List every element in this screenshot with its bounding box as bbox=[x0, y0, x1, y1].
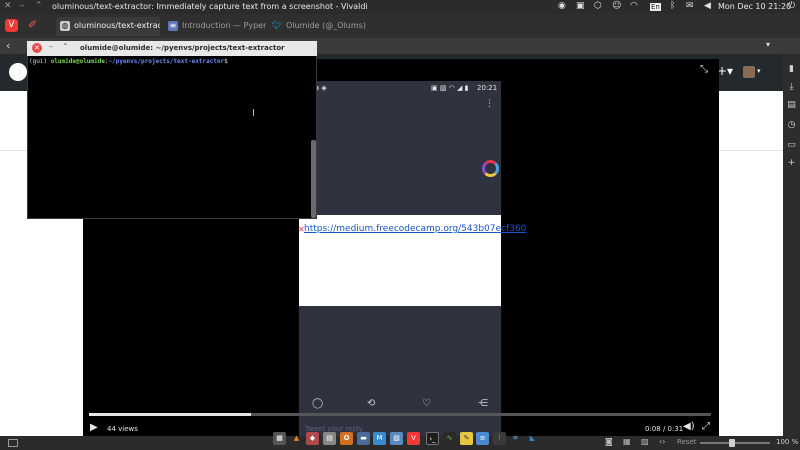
avatar[interactable] bbox=[743, 66, 755, 78]
side-panel: ▮ ⤓ ▤ ◷ ▭ + bbox=[783, 54, 800, 436]
dock-terminal-icon[interactable]: ›_ bbox=[426, 432, 439, 445]
zoom-slider[interactable] bbox=[700, 442, 770, 444]
terminal-maximize-icon[interactable]: ⌃ bbox=[62, 42, 69, 51]
twitter-icon: 🐦︎ bbox=[272, 21, 283, 30]
github-logo-icon[interactable] bbox=[9, 63, 27, 81]
dock-files-icon[interactable]: ▦ bbox=[273, 432, 286, 445]
chat-icon[interactable]: ☺ bbox=[612, 1, 621, 11]
text-cursor-icon: I bbox=[252, 108, 255, 119]
tab-bar: V ✐ ◍ oluminous/text-extractor: ≡ Introd… bbox=[0, 14, 800, 38]
system-top-bar: ✕ – ⌃ oluminous/text-extractor: Immediat… bbox=[0, 0, 800, 14]
maximize-window-icon[interactable]: ⌃ bbox=[35, 1, 43, 11]
dock-vscode-icon[interactable]: ◣ bbox=[526, 432, 539, 445]
volume-icon[interactable]: ◀) bbox=[683, 421, 695, 432]
avatar-chevron-icon[interactable]: ▾ bbox=[757, 67, 761, 75]
lastpass-icon[interactable]: ▣ bbox=[576, 1, 585, 11]
clock[interactable]: Mon Dec 10 21:20 bbox=[718, 2, 791, 11]
tab-pyperclip[interactable]: ≡ Introduction — Pyperclip 1 bbox=[164, 17, 266, 36]
dock-monitor-icon[interactable]: ∿ bbox=[443, 432, 456, 445]
doc-icon: ≡ bbox=[168, 21, 178, 31]
dock-mixer-icon[interactable]: ⫶ bbox=[493, 432, 506, 445]
volume-icon[interactable]: ◀ bbox=[704, 1, 711, 11]
keyboard-layout[interactable]: En bbox=[650, 3, 661, 11]
fullscreen-icon[interactable]: ⤢ bbox=[702, 421, 710, 432]
panel-window-icon[interactable]: ▭ bbox=[786, 140, 797, 151]
add-panel-icon[interactable]: + bbox=[786, 158, 797, 169]
zoom-slider-knob[interactable] bbox=[728, 439, 735, 447]
dock-react-icon[interactable]: ⚛ bbox=[509, 432, 522, 445]
window-title: oluminous/text-extractor: Immediately ca… bbox=[52, 2, 368, 11]
bluetooth-icon[interactable]: ᛒ bbox=[670, 1, 675, 11]
tab-twitter[interactable]: 🐦︎ Olumide (@_Olums) | Twit bbox=[268, 17, 368, 36]
loading-spinner-icon bbox=[482, 160, 499, 177]
dock-vlc-icon[interactable]: ▲ bbox=[290, 432, 303, 445]
prompt-env: (gui) bbox=[29, 58, 51, 65]
close-window-icon[interactable]: ✕ bbox=[4, 1, 12, 11]
dropbox-icon[interactable]: ⬡ bbox=[594, 1, 602, 11]
bookmark-icon[interactable]: ▮ bbox=[786, 64, 797, 75]
phone-status-bar: ◉ ◈ ▣ ▨ ◠ ◢ ▮ 20:21 bbox=[299, 81, 501, 95]
tweet-link[interactable]: https://medium.freecodecamp.org/543b07ec… bbox=[304, 224, 526, 234]
extension-icon[interactable]: ✐ bbox=[28, 18, 37, 31]
wifi-icon[interactable]: ◠ bbox=[630, 1, 638, 11]
dock-folder-icon[interactable]: ▬ bbox=[357, 432, 370, 445]
notes-icon[interactable]: ▤ bbox=[786, 100, 797, 111]
back-icon[interactable]: ‹ bbox=[6, 39, 10, 52]
vivaldi-logo-icon[interactable]: V bbox=[5, 19, 18, 32]
images-icon[interactable]: ▨ bbox=[641, 437, 649, 446]
terminal-scrollbar[interactable] bbox=[311, 140, 316, 218]
terminal-minimize-icon[interactable]: – bbox=[49, 42, 53, 51]
dock-sticker-icon[interactable]: ✪ bbox=[340, 432, 353, 445]
like-icon: ♡ bbox=[422, 398, 431, 409]
prompt-path: ~/pyenvs/projects/text-extractor bbox=[108, 58, 225, 65]
video-timecode: 0:08 / 0:31 bbox=[645, 425, 684, 433]
panel-toggle-icon[interactable] bbox=[8, 439, 18, 447]
tab-label: Introduction — Pyperclip 1 bbox=[182, 21, 266, 30]
share-icon: ⋲ bbox=[478, 398, 488, 409]
reply-icon: ◯ bbox=[312, 398, 324, 409]
phone-signal-icons: ▣ ▨ ◠ ◢ ▮ bbox=[431, 84, 469, 92]
play-icon[interactable]: ▶ bbox=[90, 422, 98, 433]
view-count: 44 views bbox=[107, 425, 138, 433]
dock-vivaldi-icon[interactable]: V bbox=[407, 432, 420, 445]
dock-notes-icon[interactable]: ✎ bbox=[460, 432, 473, 445]
camera-icon[interactable]: ◙ bbox=[605, 437, 613, 446]
phone-time: 20:21 bbox=[477, 84, 498, 92]
fullscreen-exit-icon[interactable]: ⤡ bbox=[700, 64, 708, 75]
code-icon[interactable]: ‹› bbox=[659, 437, 665, 446]
retweet-icon: ⟲ bbox=[367, 398, 376, 409]
zoom-level: 100 % bbox=[776, 438, 799, 446]
bulb-icon[interactable]: ◉ bbox=[558, 1, 566, 11]
phone-more-icon: ⋮ bbox=[485, 99, 494, 109]
tab-menu-chevron-icon[interactable]: ▾ bbox=[766, 40, 770, 49]
mail-icon[interactable]: ✉ bbox=[686, 1, 694, 11]
dock-disk-icon[interactable]: ▤ bbox=[323, 432, 336, 445]
dock-image-icon[interactable]: ▧ bbox=[390, 432, 403, 445]
terminal-prompt[interactable]: (gui) olumide@olumide:~/pyenvs/projects/… bbox=[29, 58, 228, 65]
prompt-end: $ bbox=[224, 58, 228, 65]
dock-document-icon[interactable]: ≡ bbox=[476, 432, 489, 445]
minimize-window-icon[interactable]: – bbox=[20, 1, 25, 11]
add-menu-icon[interactable]: +▾ bbox=[717, 64, 733, 78]
tiling-icon[interactable]: ▦ bbox=[623, 437, 631, 446]
tab-label: oluminous/text-extractor: bbox=[74, 21, 160, 30]
prompt-user: olumide@olumide bbox=[50, 58, 105, 65]
video-progress-fill bbox=[89, 413, 251, 416]
github-icon: ◍ bbox=[60, 21, 70, 31]
terminal-window[interactable] bbox=[27, 41, 317, 219]
tab-text-extractor[interactable]: ◍ oluminous/text-extractor: bbox=[56, 17, 160, 36]
power-icon[interactable]: ⏻ bbox=[788, 1, 795, 11]
tab-label: Olumide (@_Olums) | Twit bbox=[286, 21, 368, 30]
history-icon[interactable]: ◷ bbox=[786, 120, 797, 131]
dock-app-icon[interactable]: ◆ bbox=[306, 432, 319, 445]
terminal-title: olumide@olumide: ~/pyenvs/projects/text-… bbox=[80, 44, 285, 52]
terminal-close-icon[interactable]: ✕ bbox=[32, 43, 42, 53]
zoom-reset[interactable]: Reset bbox=[677, 438, 697, 446]
dock-writer-icon[interactable]: M bbox=[373, 432, 386, 445]
download-icon[interactable]: ⤓ bbox=[786, 82, 797, 93]
